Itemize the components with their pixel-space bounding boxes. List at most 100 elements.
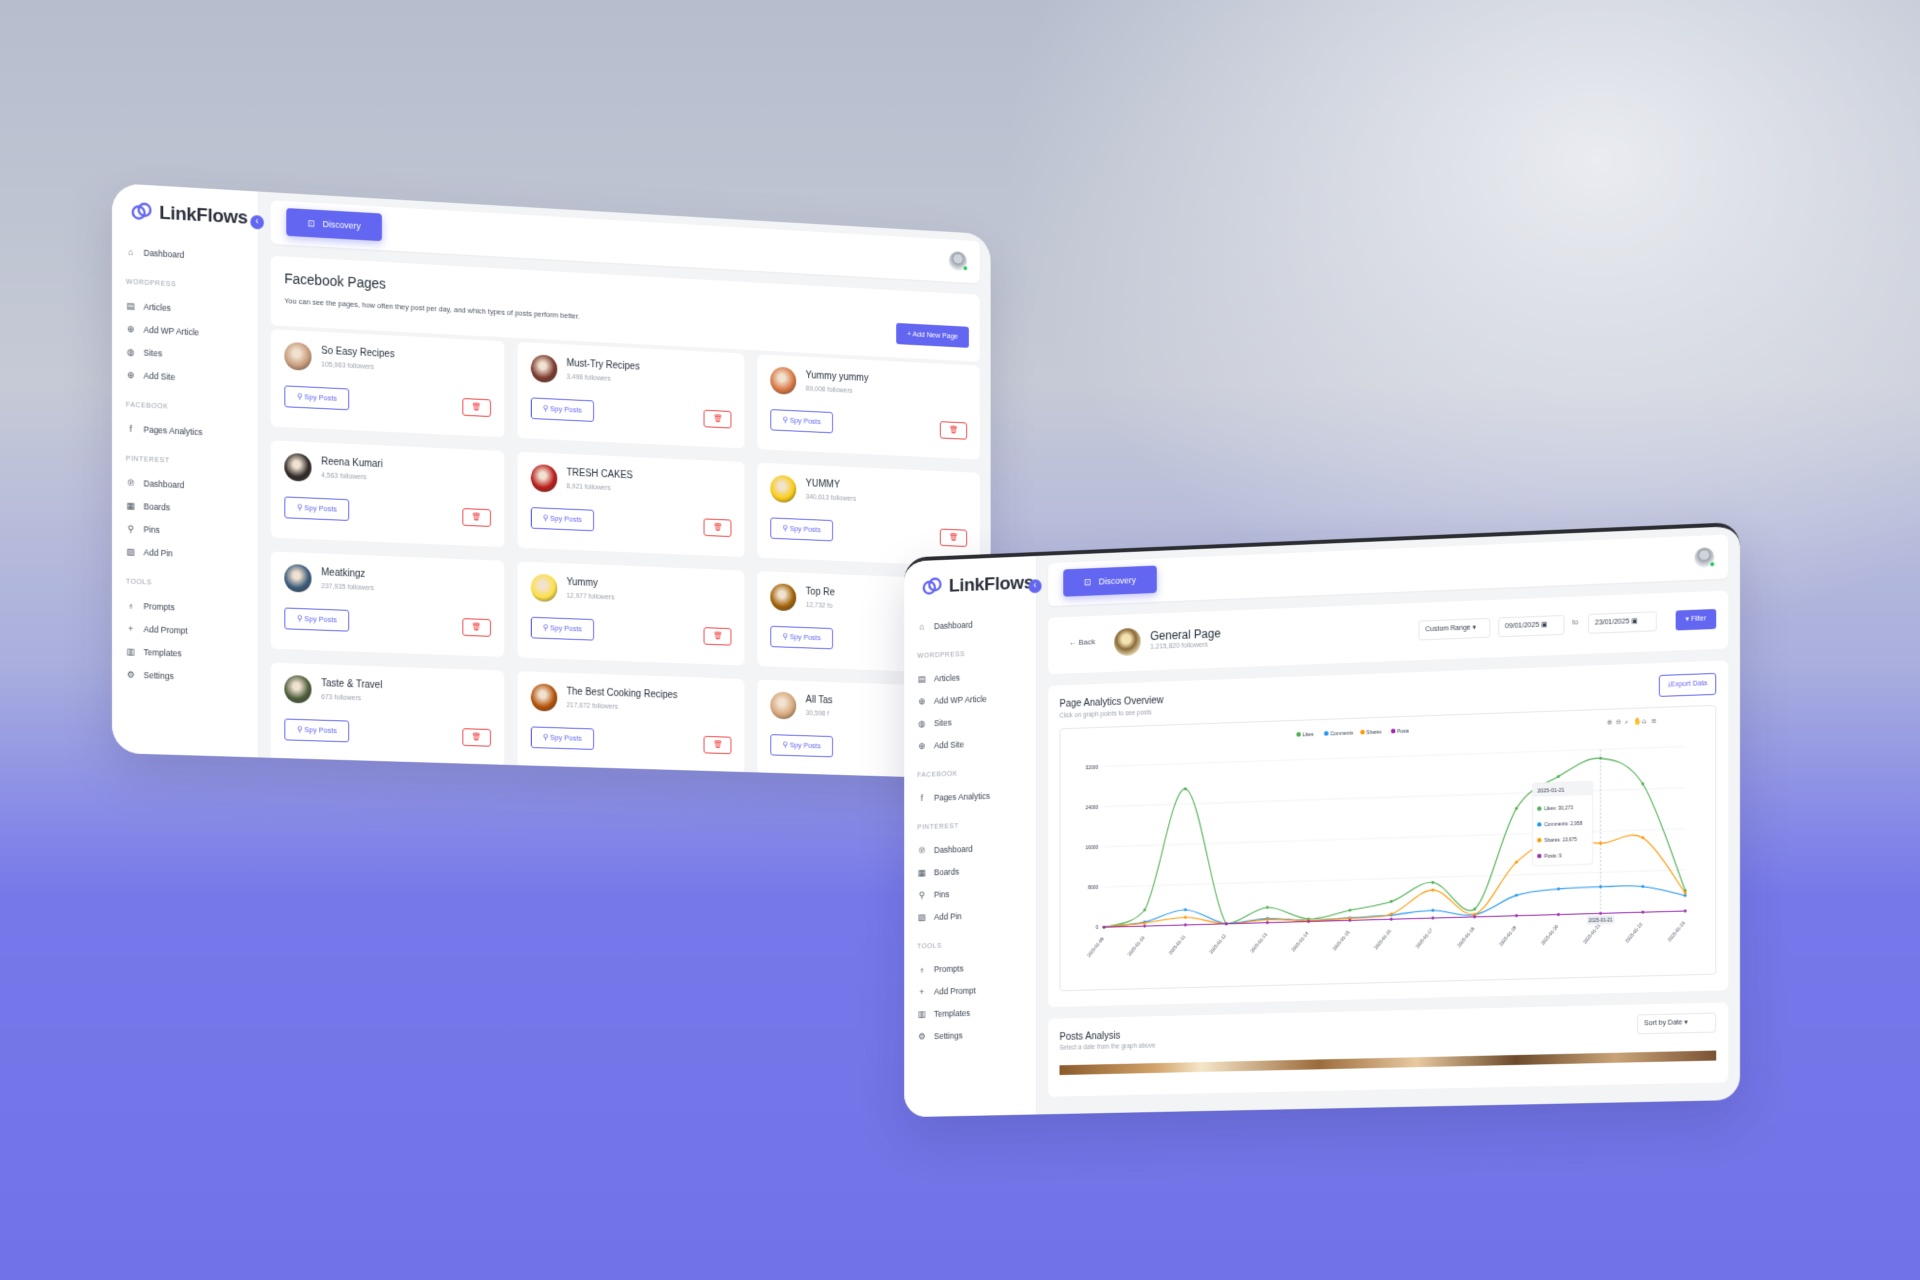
page-avatar — [771, 692, 797, 720]
menu-icon[interactable]: ≡ — [1651, 717, 1657, 725]
data-point[interactable] — [1473, 908, 1476, 911]
delete-page-button[interactable]: 🗑 — [462, 618, 491, 637]
zoom-out-icon[interactable]: ⊖ — [1616, 718, 1622, 726]
spy-posts-button[interactable]: ⚲ Spy Posts — [284, 385, 349, 410]
data-point[interactable] — [1390, 900, 1393, 903]
spy-posts-button[interactable]: ⚲ Spy Posts — [284, 607, 349, 631]
magnify-icon[interactable]: ⌕ — [1625, 718, 1629, 726]
delete-page-button[interactable]: 🗑 — [704, 736, 732, 754]
sidebar-item-settings[interactable]: ⚙ Settings — [917, 1022, 1036, 1047]
data-point[interactable] — [1390, 918, 1393, 921]
zoom-in-icon[interactable]: ⊕ — [1607, 718, 1613, 726]
data-point[interactable] — [1515, 861, 1518, 864]
data-point[interactable] — [1515, 894, 1518, 897]
data-point[interactable] — [1684, 894, 1687, 897]
delete-page-button[interactable]: 🗑 — [462, 508, 491, 527]
range-select[interactable]: Custom Range ▾ — [1418, 618, 1490, 641]
sidebar-item-pages-analytics[interactable]: f Pages Analytics — [126, 417, 258, 446]
data-point[interactable] — [1515, 914, 1518, 917]
date-to-input[interactable]: 23/01/2025 ▣ — [1588, 611, 1657, 634]
sidebar-item-add-site[interactable]: ⊕ Add Site — [917, 730, 1036, 757]
delete-page-button[interactable]: 🗑 — [940, 529, 967, 547]
sidebar-item-templates[interactable]: ▥ Templates — [917, 1000, 1036, 1025]
data-point[interactable] — [1184, 923, 1187, 926]
spy-posts-button[interactable]: ⚲ Spy Posts — [771, 517, 833, 541]
link-logo-icon — [130, 200, 154, 225]
brand-logo[interactable]: LinkFlows ‹ — [904, 556, 1036, 606]
data-point[interactable] — [1557, 913, 1560, 916]
data-point[interactable] — [1143, 908, 1146, 911]
y-tick-label: 32000 — [1085, 765, 1098, 771]
spy-posts-button[interactable]: ⚲ Spy Posts — [530, 397, 594, 422]
discovery-button[interactable]: ⊡ Discovery — [1063, 566, 1157, 597]
bulb-icon: ♁ — [126, 600, 136, 610]
sort-select[interactable]: Sort by Date ▾ — [1637, 1013, 1716, 1035]
data-point[interactable] — [1641, 911, 1644, 914]
add-image-icon: ▨ — [917, 912, 926, 922]
data-point[interactable] — [1184, 787, 1187, 790]
delete-page-button[interactable]: 🗑 — [704, 518, 732, 537]
spy-posts-button[interactable]: ⚲ Spy Posts — [530, 617, 594, 641]
spy-posts-button[interactable]: ⚲ Spy Posts — [530, 726, 594, 750]
spy-posts-button[interactable]: ⚲ Spy Posts — [771, 409, 833, 433]
data-point[interactable] — [1143, 925, 1146, 928]
grid-line — [1104, 870, 1685, 887]
spy-posts-button[interactable]: ⚲ Spy Posts — [284, 496, 349, 521]
spy-posts-label: Spy Posts — [790, 632, 821, 642]
page-avatar — [771, 475, 797, 503]
data-point[interactable] — [1184, 916, 1187, 919]
page-card: The Best Cooking Recipes 217,672 follower… — [517, 671, 745, 774]
delete-page-button[interactable]: 🗑 — [462, 728, 491, 747]
data-point[interactable] — [1431, 917, 1434, 920]
data-point[interactable] — [1348, 909, 1351, 912]
discovery-button[interactable]: ⊡ Discovery — [286, 208, 382, 241]
spy-posts-button[interactable]: ⚲ Spy Posts — [284, 719, 349, 743]
sidebar-item-label: Articles — [144, 301, 171, 312]
delete-page-button[interactable]: 🗑 — [462, 398, 491, 417]
data-point[interactable] — [1431, 881, 1434, 884]
sidebar-item-label: Pages Analytics — [144, 424, 203, 437]
home-icon[interactable]: ⌂ — [1642, 717, 1646, 725]
filter-button[interactable]: ▾ Filter — [1676, 609, 1717, 631]
pan-icon[interactable]: ✋ — [1633, 716, 1642, 725]
spy-posts-button[interactable]: ⚲ Spy Posts — [771, 734, 833, 757]
add-new-page-button[interactable]: + Add New Page — [896, 323, 969, 348]
sidebar-item-pages-analytics[interactable]: f Pages Analytics — [917, 783, 1036, 809]
brand-logo[interactable]: LinkFlows ‹ — [112, 183, 258, 237]
data-point[interactable] — [1431, 909, 1434, 912]
spy-posts-button[interactable]: ⚲ Spy Posts — [530, 507, 594, 531]
data-point[interactable] — [1266, 906, 1269, 909]
data-point[interactable] — [1184, 908, 1187, 911]
sidebar-item-prompts[interactable]: ♁ Prompts — [917, 955, 1036, 980]
spy-icon: ⚲ — [297, 614, 304, 623]
delete-page-button[interactable]: 🗑 — [940, 421, 967, 440]
page-followers: 12,732 fo — [806, 602, 833, 610]
sidebar-item-add-pin[interactable]: ▨ Add Pin — [917, 902, 1036, 928]
delete-page-button[interactable]: 🗑 — [704, 627, 732, 645]
data-point[interactable] — [1557, 887, 1560, 890]
data-point[interactable] — [1684, 909, 1687, 912]
data-point[interactable] — [1266, 921, 1269, 924]
sidebar-item-dashboard[interactable]: ⌂ Dashboard — [126, 240, 258, 270]
back-button[interactable]: ← Back — [1069, 637, 1095, 647]
data-point[interactable] — [1103, 926, 1106, 929]
page-card: So Easy Recipes 105,963 followers ⚲ Spy Po… — [271, 329, 504, 437]
data-point[interactable] — [1431, 889, 1434, 892]
sidebar-item-dashboard[interactable]: ⌂ Dashboard — [917, 610, 1036, 637]
delete-page-button[interactable]: 🗑 — [704, 410, 732, 429]
export-data-button[interactable]: ⤓Export Data — [1659, 673, 1716, 697]
sidebar-item-add-pin[interactable]: ▨ Add Pin — [126, 540, 258, 568]
data-point[interactable] — [1641, 885, 1644, 888]
page-avatar — [284, 453, 311, 482]
user-avatar[interactable] — [949, 251, 967, 271]
user-avatar[interactable] — [1694, 547, 1714, 568]
sidebar-item-add-prompt[interactable]: + Add Prompt — [917, 977, 1036, 1002]
sidebar-item-settings[interactable]: ⚙ Settings — [126, 662, 258, 689]
data-point[interactable] — [1557, 775, 1560, 778]
analytics-chart[interactable]: 0 8000 16000 24000 32000 2025-01-09 2025-01-10… — [1060, 706, 1715, 990]
sidebar-item-label: Settings — [934, 1030, 963, 1040]
sidebar-nav: ⌂ Dashboard WORDPRESS ▤ Articles ⊕ Add WP Arti… — [904, 601, 1036, 1048]
spy-posts-button[interactable]: ⚲ Spy Posts — [771, 626, 833, 650]
date-from-input[interactable]: 09/01/2025 ▣ — [1498, 615, 1564, 637]
data-point[interactable] — [1515, 807, 1518, 810]
